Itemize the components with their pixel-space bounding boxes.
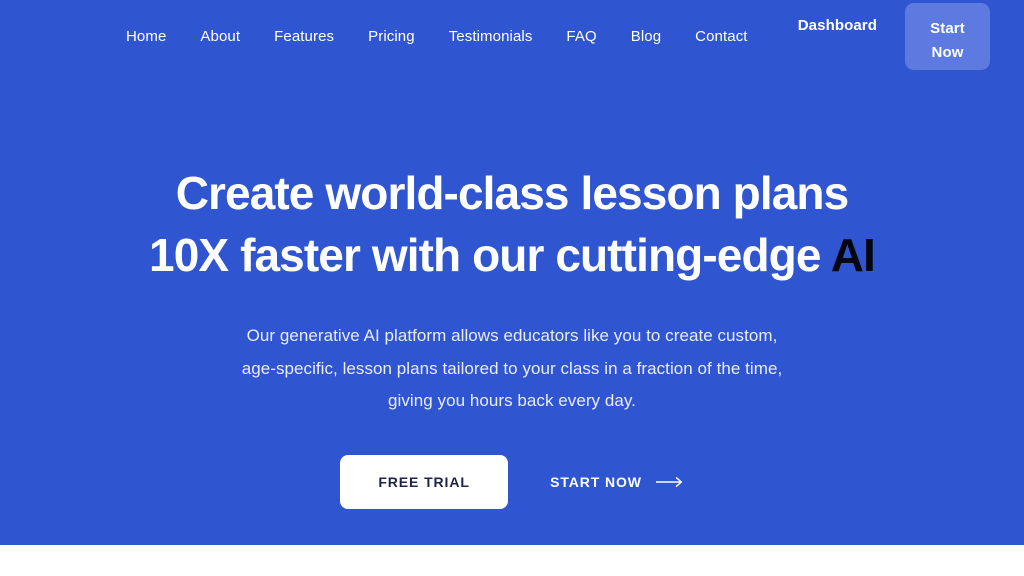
- hero-subheadline: Our generative AI platform allows educat…: [241, 326, 783, 410]
- nav-link-home[interactable]: Home: [126, 29, 166, 44]
- headline-line-1: Create world-class lesson plans: [175, 167, 849, 219]
- nav-actions: Dashboard Start Now: [798, 0, 990, 72]
- nav-link-pricing[interactable]: Pricing: [368, 29, 415, 44]
- nav-link-group: Home About Features Pricing Testimonials…: [126, 0, 748, 72]
- headline-line-2-text: 10X faster with our cutting-edge: [149, 229, 831, 281]
- hero-cta-row: FREE TRIAL START NOW: [0, 455, 1024, 509]
- headline-accent-ai: AI: [830, 229, 876, 281]
- headline-line-2: 10X faster with our cutting-edge AI: [0, 224, 1024, 286]
- nav-link-about[interactable]: About: [200, 29, 240, 44]
- landing-page: Home About Features Pricing Testimonials…: [0, 0, 1024, 576]
- dashboard-link[interactable]: Dashboard: [798, 17, 877, 34]
- nav-link-contact[interactable]: Contact: [695, 29, 747, 44]
- below-fold-section: [0, 545, 1024, 576]
- nav-link-faq[interactable]: FAQ: [566, 29, 596, 44]
- page-title: Create world-class lesson plans 10X fast…: [0, 162, 1024, 286]
- main-navigation: Home About Features Pricing Testimonials…: [0, 0, 1024, 72]
- start-now-link[interactable]: START NOW: [550, 474, 684, 490]
- start-now-link-label: START NOW: [550, 474, 642, 490]
- nav-link-blog[interactable]: Blog: [631, 29, 661, 44]
- nav-link-testimonials[interactable]: Testimonials: [449, 29, 533, 44]
- arrow-right-icon: [655, 476, 684, 488]
- hero-section: Home About Features Pricing Testimonials…: [0, 0, 1024, 545]
- nav-link-features[interactable]: Features: [274, 29, 334, 44]
- free-trial-button[interactable]: FREE TRIAL: [340, 455, 509, 509]
- nav-start-now-button[interactable]: Start Now: [905, 3, 990, 70]
